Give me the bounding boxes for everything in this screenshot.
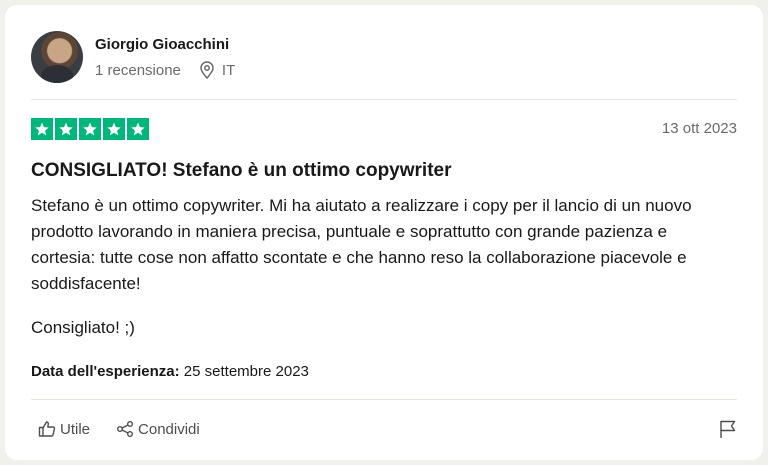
star-icon — [79, 118, 101, 140]
experience-label: Data dell'esperienza: — [31, 363, 180, 380]
location-pin-icon — [199, 61, 215, 80]
reviewer-meta: 1 recensione IT — [95, 61, 236, 80]
review-count: 1 recensione — [95, 61, 181, 79]
share-icon — [116, 420, 134, 438]
review-actions: Utile Condividi — [38, 420, 226, 438]
star-rating — [31, 118, 149, 140]
useful-button[interactable]: Utile — [38, 420, 90, 438]
share-label: Condividi — [138, 420, 200, 438]
share-button[interactable]: Condividi — [116, 420, 200, 438]
useful-label: Utile — [60, 420, 91, 438]
report-button[interactable] — [719, 419, 737, 444]
review-closing: Consigliato! ;) — [31, 318, 135, 337]
avatar[interactable] — [31, 31, 83, 83]
thumbs-up-icon — [38, 420, 56, 438]
star-icon — [127, 118, 149, 140]
star-icon — [55, 118, 77, 140]
divider — [31, 399, 737, 400]
star-icon — [31, 118, 53, 140]
flag-icon — [719, 420, 737, 443]
review-card: Giorgio Gioacchini 1 recensione IT 13 ot… — [5, 5, 763, 460]
review-title[interactable]: CONSIGLIATO! Stefano è un ottimo copywri… — [31, 160, 452, 182]
experience-date: Data dell'esperienza: 25 settembre 2023 — [31, 363, 309, 380]
reviewer-country: IT — [221, 61, 236, 79]
divider — [31, 99, 737, 100]
review-body: Stefano è un ottimo copywriter. Mi ha ai… — [31, 196, 692, 293]
review-date: 13 ott 2023 — [661, 120, 737, 137]
experience-value: 25 settembre 2023 — [183, 363, 309, 380]
reviewer-name[interactable]: Giorgio Gioacchini — [95, 36, 229, 53]
star-icon — [103, 118, 125, 140]
